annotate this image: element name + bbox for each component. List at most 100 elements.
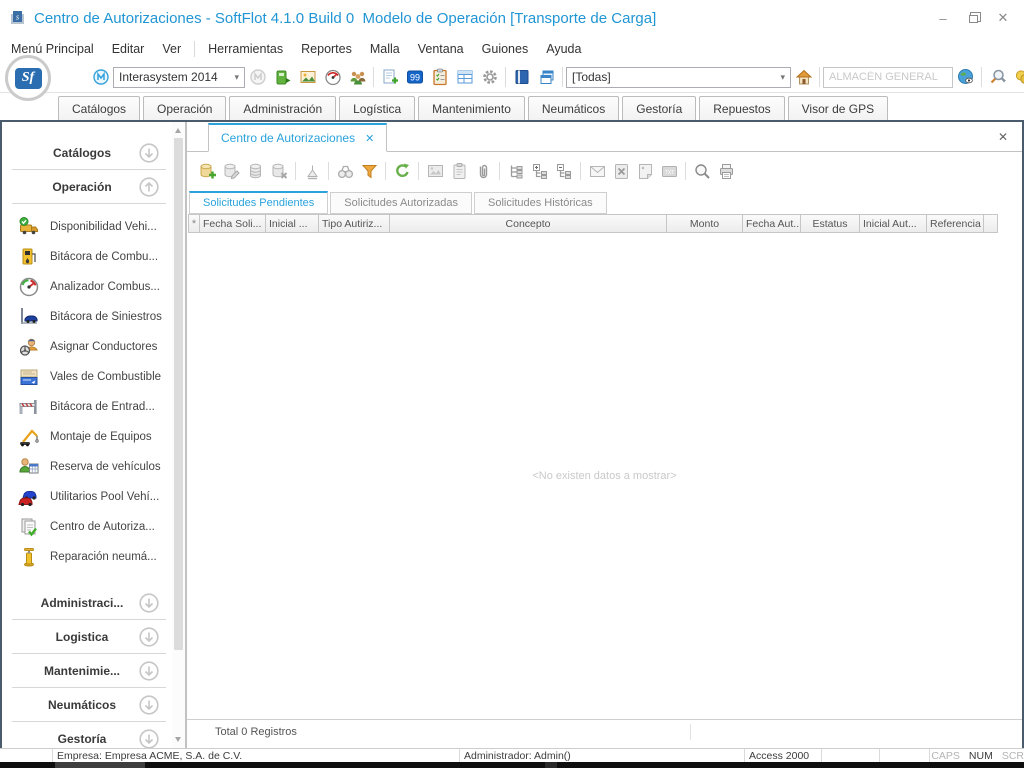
fuel-module-button[interactable]: [270, 65, 295, 90]
expand-tree-button[interactable]: [504, 159, 528, 183]
warehouse-input[interactable]: [823, 67, 953, 88]
expand-node-button[interactable]: [528, 159, 552, 183]
sidebar-scrollbar[interactable]: [172, 122, 185, 748]
web-button[interactable]: [953, 65, 978, 90]
tab-catalogos[interactable]: Catálogos: [58, 96, 140, 120]
scroll-down-arrow-icon[interactable]: [175, 737, 181, 742]
column-header-inicial[interactable]: Inicial ...: [266, 214, 319, 233]
column-header-indicator[interactable]: *: [188, 214, 200, 233]
sidebar-item-disponibilidad[interactable]: Disponibilidad Vehi...: [2, 212, 172, 242]
checklist-button[interactable]: [427, 65, 452, 90]
grid-module-button[interactable]: [452, 65, 477, 90]
subtab-solicitudes-autorizadas[interactable]: Solicitudes Autorizadas: [330, 192, 472, 214]
gauge-icon: [18, 276, 40, 298]
column-header-estatus[interactable]: Estatus: [801, 214, 860, 233]
attachments-button[interactable]: [471, 159, 495, 183]
subtab-solicitudes-pendientes[interactable]: Solicitudes Pendientes: [189, 191, 328, 214]
sidebar-section-operacion[interactable]: Operación: [12, 170, 166, 204]
tab-neumaticos[interactable]: Neumáticos: [528, 96, 619, 120]
personnel-button[interactable]: [345, 65, 370, 90]
tab-mantenimiento[interactable]: Mantenimiento: [418, 96, 525, 120]
settings-button[interactable]: [477, 65, 502, 90]
new-document-button[interactable]: [377, 65, 402, 90]
menu-ver[interactable]: Ver: [153, 38, 190, 60]
profile-combobox[interactable]: Interasystem 2014 ▾: [113, 67, 245, 88]
catalog-panel-button[interactable]: [509, 65, 534, 90]
image-button[interactable]: [423, 159, 447, 183]
export-note-button[interactable]: [633, 159, 657, 183]
counter-99-button[interactable]: 99: [402, 65, 427, 90]
print-button[interactable]: [714, 159, 738, 183]
close-button[interactable]: ✕: [988, 8, 1018, 28]
tab-operacion[interactable]: Operación: [143, 96, 226, 120]
sidebar-item-analizador[interactable]: Analizador Combus...: [2, 272, 172, 302]
minimize-button[interactable]: –: [928, 8, 958, 28]
tools-search-button[interactable]: [985, 65, 1010, 90]
sidebar-item-vales-combustible[interactable]: Vales de Combustible: [2, 362, 172, 392]
edit-record-button[interactable]: [219, 159, 243, 183]
column-header-fecha-solicitud[interactable]: Fecha Soli...: [200, 214, 266, 233]
collapse-node-button[interactable]: [552, 159, 576, 183]
menu-reportes[interactable]: Reportes: [292, 38, 361, 60]
email-button[interactable]: [585, 159, 609, 183]
sidebar-section-gestoria[interactable]: Gestoría: [12, 722, 166, 748]
column-header-fecha-autorizacion[interactable]: Fecha Aut...: [743, 214, 801, 233]
tab-close-icon[interactable]: ✕: [365, 132, 374, 145]
currency-button[interactable]: $: [1010, 65, 1024, 90]
windows-cascade-button[interactable]: [534, 65, 559, 90]
sidebar-item-siniestros[interactable]: Bitácora de Siniestros: [2, 302, 172, 332]
branch-filter-combobox[interactable]: [Todas] ▾: [566, 67, 791, 88]
print-preview-button[interactable]: [690, 159, 714, 183]
filter-button[interactable]: [357, 159, 381, 183]
sidebar-section-administracion[interactable]: Administraci...: [12, 586, 166, 620]
column-header-monto[interactable]: Monto: [667, 214, 743, 233]
menu-guiones[interactable]: Guiones: [473, 38, 538, 60]
column-header-referencia[interactable]: Referencia: [927, 214, 984, 233]
column-header-tipo-autorizacion[interactable]: Tipo Autiriz...: [319, 214, 390, 233]
subtab-solicitudes-historicas[interactable]: Solicitudes Históricas: [474, 192, 607, 214]
view-record-button[interactable]: [243, 159, 267, 183]
tab-logistica[interactable]: Logística: [339, 96, 415, 120]
export-excel-button[interactable]: [609, 159, 633, 183]
sidebar-item-montaje-equipos[interactable]: Montaje de Equipos: [2, 422, 172, 452]
sidebar-item-pool-vehicular[interactable]: Utilitarios Pool Vehí...: [2, 482, 172, 512]
delete-record-button[interactable]: [267, 159, 291, 183]
column-header-concepto[interactable]: Concepto: [390, 214, 667, 233]
menu-ventana[interactable]: Ventana: [409, 38, 473, 60]
sidebar-item-bitacora-entrada[interactable]: Bitácora de Entrad...: [2, 392, 172, 422]
panel-close-button[interactable]: ✕: [998, 130, 1008, 144]
tab-gestoria[interactable]: Gestoría: [622, 96, 696, 120]
sidebar-item-centro-autorizaciones[interactable]: Centro de Autoriza...: [2, 512, 172, 542]
export-txt-button[interactable]: TXT: [657, 159, 681, 183]
scrollbar-thumb[interactable]: [174, 138, 183, 650]
sidebar-item-reparacion-neumaticos[interactable]: Reparación neumá...: [2, 542, 172, 572]
gallery-button[interactable]: [295, 65, 320, 90]
tab-repuestos[interactable]: Repuestos: [699, 96, 784, 120]
menu-editar[interactable]: Editar: [103, 38, 154, 60]
document-tab-centro-autorizaciones[interactable]: Centro de Autorizaciones ✕: [208, 123, 387, 152]
column-header-inicial-autorizacion[interactable]: Inicial Aut...: [860, 214, 927, 233]
menu-herramientas[interactable]: Herramientas: [199, 38, 292, 60]
sidebar-section-catalogos[interactable]: Catálogos: [12, 136, 166, 170]
dashboard-button[interactable]: [320, 65, 345, 90]
search-button[interactable]: [333, 159, 357, 183]
sidebar-section-mantenimiento[interactable]: Mantenimie...: [12, 654, 166, 688]
sidebar-item-reserva-vehiculos[interactable]: Reserva de vehículos: [2, 452, 172, 482]
sidebar-section-neumaticos[interactable]: Neumáticos: [12, 688, 166, 722]
audit-button[interactable]: [300, 159, 324, 183]
sidebar-item-bitacora-combustible[interactable]: Bitácora de Combu...: [2, 242, 172, 272]
menu-ayuda[interactable]: Ayuda: [537, 38, 590, 60]
menu-malla[interactable]: Malla: [361, 38, 409, 60]
clipboard-button[interactable]: [447, 159, 471, 183]
home-button[interactable]: [791, 65, 816, 90]
sidebar-section-logistica[interactable]: Logistica: [12, 620, 166, 654]
module-m-button[interactable]: [88, 65, 113, 90]
add-record-button[interactable]: [195, 159, 219, 183]
scroll-up-arrow-icon[interactable]: [175, 128, 181, 133]
restore-button[interactable]: [958, 8, 988, 28]
sidebar-item-asignar-conductores[interactable]: Asignar Conductores: [2, 332, 172, 362]
refresh-button[interactable]: [390, 159, 414, 183]
module-m-disabled-button[interactable]: [245, 65, 270, 90]
tab-administracion[interactable]: Administración: [229, 96, 336, 120]
tab-visor-de-gps[interactable]: Visor de GPS: [788, 96, 888, 120]
